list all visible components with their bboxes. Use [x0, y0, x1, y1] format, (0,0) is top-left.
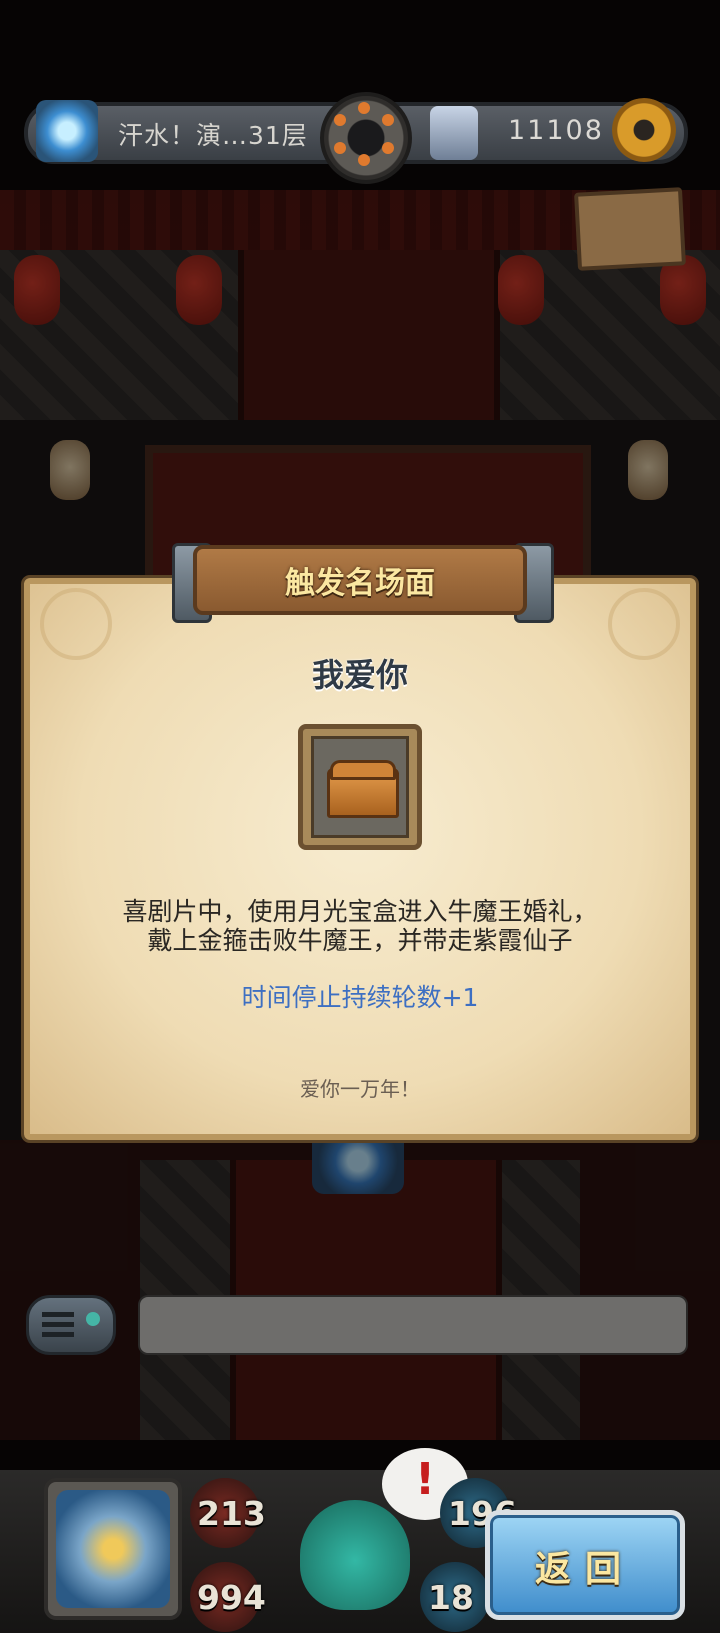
- gold-count: 11108: [508, 115, 604, 146]
- attack-stat: 213: [197, 1494, 266, 1533]
- chat-message-box[interactable]: [138, 1295, 688, 1355]
- clapperboard-icon[interactable]: [574, 187, 686, 271]
- hp-stat: 994: [197, 1578, 266, 1617]
- chat-menu-button[interactable]: [26, 1295, 116, 1355]
- gear-icon[interactable]: [612, 98, 676, 162]
- treasure-chest-lid: [330, 760, 396, 780]
- description-line: 戴上金箍击败牛魔王，并带走紫霞仙子: [147, 926, 573, 955]
- scene-description: 喜剧片中，使用月光宝盒进入牛魔王婚礼， 戴上金箍击败牛魔王，并带走紫霞仙子: [24, 897, 696, 955]
- mana-stat: 18: [428, 1578, 474, 1617]
- reward-effect: 时间停止持续轮数+1: [241, 983, 479, 1012]
- scene-quote: 爱你一万年！: [300, 1077, 420, 1101]
- monster-avatar[interactable]: [300, 1500, 410, 1610]
- compass-icon: [56, 1490, 170, 1608]
- scene-name: 我爱你: [311, 656, 408, 694]
- chat-indicator-icon: [86, 1312, 100, 1326]
- portal-icon[interactable]: [36, 100, 98, 162]
- back-button-label: 返回: [534, 1549, 635, 1590]
- hero-avatar-icon[interactable]: [430, 106, 478, 160]
- description-line: 喜剧片中，使用月光宝盒进入牛魔王婚礼，: [122, 897, 598, 926]
- level-title[interactable]: 汗水！演…31层: [118, 116, 308, 152]
- skill-wheel-icon[interactable]: [320, 92, 412, 184]
- chat-menu-icon: [42, 1312, 74, 1317]
- panel-header: 触发名场面: [285, 566, 435, 601]
